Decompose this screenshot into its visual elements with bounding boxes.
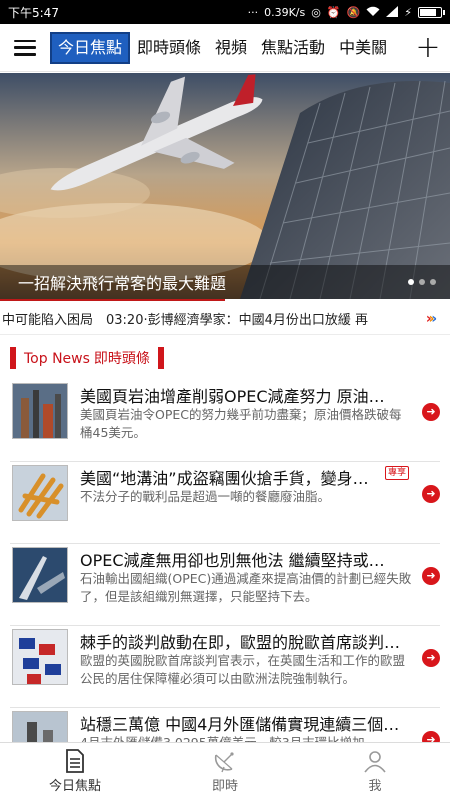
signal-icon: [386, 5, 399, 19]
tab-us-china[interactable]: 中美關: [332, 32, 394, 64]
news-title: OPEC減產無用卻也別無他法 繼續堅持或許…: [80, 551, 400, 570]
carousel-dot[interactable]: [419, 279, 425, 285]
wifi-icon: [366, 6, 380, 19]
bottom-nav-instant[interactable]: 即時: [150, 743, 300, 800]
more-arrows-icon[interactable]: › › ›: [410, 311, 450, 327]
news-thumbnail: [12, 383, 68, 439]
net-speed: 0.39K/s: [264, 5, 306, 19]
satellite-dish-icon: [214, 752, 234, 773]
charging-icon: ⚡: [404, 5, 412, 19]
section-title-zh: 即時頭條: [93, 351, 150, 367]
status-bar: 下午5:47 ··· 0.39K/s ◎ ⏰ 🔕 ⚡: [0, 0, 450, 24]
arrow-right-icon[interactable]: ➜: [422, 649, 440, 667]
news-item[interactable]: 美國頁岩油增產削弱OPEC減產努力 原油一… 美國頁岩油令OPEC的努力幾乎前功…: [10, 380, 440, 462]
carousel-progress-bar: [0, 299, 225, 301]
bottom-nav-today-focus[interactable]: 今日焦點: [0, 743, 150, 800]
news-item[interactable]: OPEC減產無用卻也別無他法 繼續堅持或許… 石油輸出國組織(OPEC)通過減產…: [10, 544, 440, 626]
document-icon: [66, 749, 84, 773]
alarm-icon: ⏰: [326, 5, 341, 19]
dots-icon: ···: [247, 5, 259, 19]
section-accent-bar: [157, 347, 164, 369]
news-title: 站穩三萬億 中國4月外匯儲備實現連續三個…: [80, 715, 400, 734]
news-list: 美國頁岩油增產削弱OPEC減產努力 原油一… 美國頁岩油令OPEC的努力幾乎前功…: [0, 380, 450, 790]
hero-title[interactable]: 一招解決飛行常客的最大難題: [18, 270, 226, 294]
news-summary: 美國頁岩油令OPEC的努力幾乎前功盡棄；原油價格跌破每桶45美元。: [80, 407, 402, 440]
section-header: Top News 即時頭條: [10, 346, 164, 370]
bottom-nav: 今日焦點 即時 我: [0, 742, 450, 800]
news-thumbnail: [12, 629, 68, 685]
battery-icon: [418, 6, 445, 18]
news-title: 美國“地溝油”成盜竊團伙搶手貨，變身…: [80, 469, 369, 488]
ticker-text: 中可能陷入困局 03:20·彭博經濟學家：中國4月份出口放緩 再: [2, 313, 368, 328]
section-title: Top News 即時頭條: [16, 348, 158, 368]
arrow-right-icon[interactable]: ➜: [422, 485, 440, 503]
tab-focus-events[interactable]: 焦點活動: [254, 32, 332, 64]
tab-video[interactable]: 視頻: [208, 32, 254, 64]
channel-tabs: 今日焦點 即時頭條 視頻 焦點活動 中美關: [50, 24, 406, 72]
news-summary: 不法分子的戰利品是超過一噸的餐廳廢油脂。: [80, 489, 331, 504]
news-thumbnail: [12, 465, 68, 521]
menu-button[interactable]: [0, 24, 50, 72]
status-icons: ··· 0.39K/s ◎ ⏰ 🔕 ⚡: [247, 5, 445, 19]
news-item[interactable]: 美國“地溝油”成盜竊團伙搶手貨，變身… 專享 不法分子的戰利品是超過一噸的餐廳廢…: [10, 462, 440, 544]
news-title: 棘手的談判啟動在即，歐盟的脫歐首席談判…: [80, 633, 400, 652]
hero-caption: 一招解決飛行常客的最大難題: [0, 265, 450, 299]
exclusive-badge: 專享: [385, 466, 410, 480]
tab-today-focus[interactable]: 今日焦點: [50, 31, 131, 64]
carousel-dot[interactable]: [430, 279, 436, 285]
mute-icon: 🔕: [346, 5, 361, 19]
news-title: 美國頁岩油增產削弱OPEC減產努力 原油一…: [80, 387, 400, 406]
news-summary: 石油輸出國組織(OPEC)通過減產來提高油價的計劃已經失敗了，但是該組織別無選擇…: [80, 571, 412, 604]
sync-icon: ◎: [311, 5, 321, 19]
carousel-dot[interactable]: [408, 279, 414, 285]
arrow-right-icon[interactable]: ➜: [422, 567, 440, 585]
news-item[interactable]: 棘手的談判啟動在即，歐盟的脫歐首席談判… 歐盟的英國脫歐首席談判官表示，在英國生…: [10, 626, 440, 708]
add-channel-button[interactable]: +: [406, 24, 450, 72]
person-icon: [364, 751, 386, 773]
bottom-nav-me[interactable]: 我: [300, 743, 450, 800]
status-time: 下午5:47: [8, 5, 59, 20]
news-summary: 歐盟的英國脫歐首席談判官表示，在英國生活和工作的歐盟公民的居住保障權必須可以由歐…: [80, 653, 406, 686]
news-ticker[interactable]: 中可能陷入困局 03:20·彭博經濟學家：中國4月份出口放緩 再 › › ›: [0, 303, 450, 335]
tab-breaking-news[interactable]: 即時頭條: [130, 32, 208, 64]
hamburger-icon: [14, 39, 36, 56]
carousel-dots: [408, 279, 436, 285]
bottom-nav-label: 我: [368, 779, 382, 794]
arrow-right-icon[interactable]: ➜: [422, 403, 440, 421]
plus-icon: +: [415, 30, 441, 65]
top-nav-bar: 今日焦點 即時頭條 視頻 焦點活動 中美關 +: [0, 24, 450, 72]
bottom-nav-label: 即時: [211, 779, 238, 794]
section-title-en: Top News: [24, 351, 90, 367]
bottom-nav-label: 今日焦點: [48, 779, 101, 794]
hero-carousel[interactable]: 一招解決飛行常客的最大難題: [0, 73, 450, 299]
news-thumbnail: [12, 547, 68, 603]
